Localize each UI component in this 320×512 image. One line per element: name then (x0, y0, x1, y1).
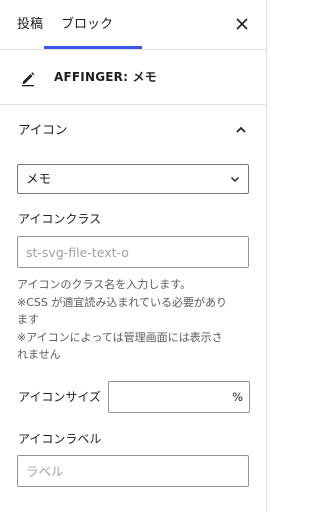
block-settings-sidebar: 投稿 ブロック AFFINGER: メモ アイコン メモ アイコンクラス アイコ… (0, 0, 267, 512)
icon-size-input[interactable] (109, 382, 227, 412)
icon-select[interactable]: メモ (17, 164, 249, 194)
tab-post[interactable]: 投稿 (17, 0, 43, 49)
block-title: AFFINGER: メモ (54, 70, 157, 84)
block-card: AFFINGER: メモ (0, 50, 267, 105)
icon-class-input[interactable] (17, 236, 249, 268)
active-tab-indicator (44, 46, 142, 49)
help-line: ※アイコンによっては管理画面には表示さ (17, 330, 223, 344)
icon-panel-title: アイコン (18, 122, 68, 137)
help-line: アイコンのクラス名を入力します。 (17, 278, 192, 291)
close-icon[interactable] (235, 17, 249, 31)
icon-class-help: アイコンのクラス名を入力します。 ※CSS が適宜読み込まれている必要があり ま… (17, 276, 255, 364)
help-line: ※CSS が適宜読み込まれている必要があり (17, 295, 228, 309)
chevron-up-icon (236, 126, 246, 133)
icon-class-label: アイコンクラス (18, 212, 102, 226)
icon-size-unit: % (232, 390, 243, 404)
chevron-down-icon (231, 177, 239, 182)
icon-label-input[interactable] (17, 455, 249, 487)
help-line: れません (17, 348, 61, 361)
sidebar-tabs: 投稿 ブロック (0, 0, 267, 50)
icon-select-value: メモ (26, 171, 52, 186)
help-line: ます (17, 313, 39, 326)
pencil-icon (22, 72, 35, 87)
tab-block[interactable]: ブロック (61, 0, 113, 49)
icon-size-label: アイコンサイズ (18, 390, 102, 404)
icon-label-label: アイコンラベル (18, 432, 102, 446)
icon-size-row: アイコンサイズ % (0, 381, 267, 413)
icon-panel-toggle[interactable]: アイコン (0, 106, 267, 154)
icon-size-field: % (108, 381, 250, 413)
